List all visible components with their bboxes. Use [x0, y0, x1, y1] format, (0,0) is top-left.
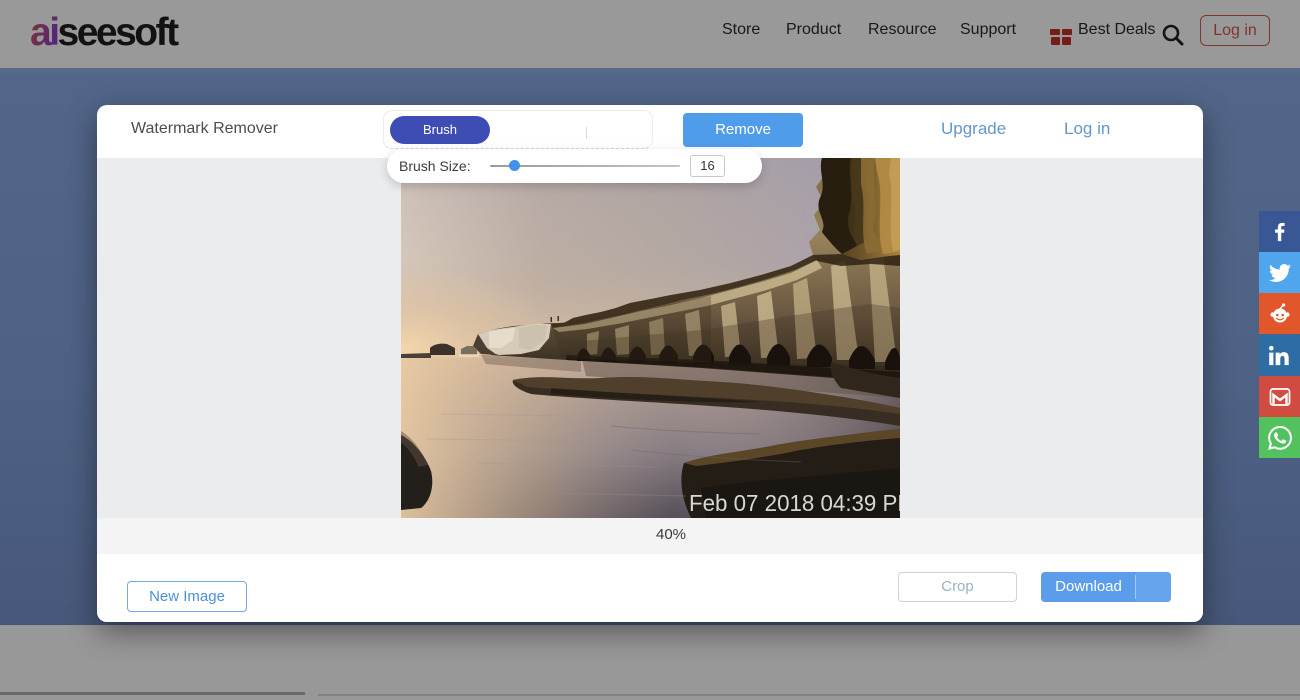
svg-text:Feb 07 2018 04:39 PM: Feb 07 2018 04:39 PM: [689, 490, 900, 516]
